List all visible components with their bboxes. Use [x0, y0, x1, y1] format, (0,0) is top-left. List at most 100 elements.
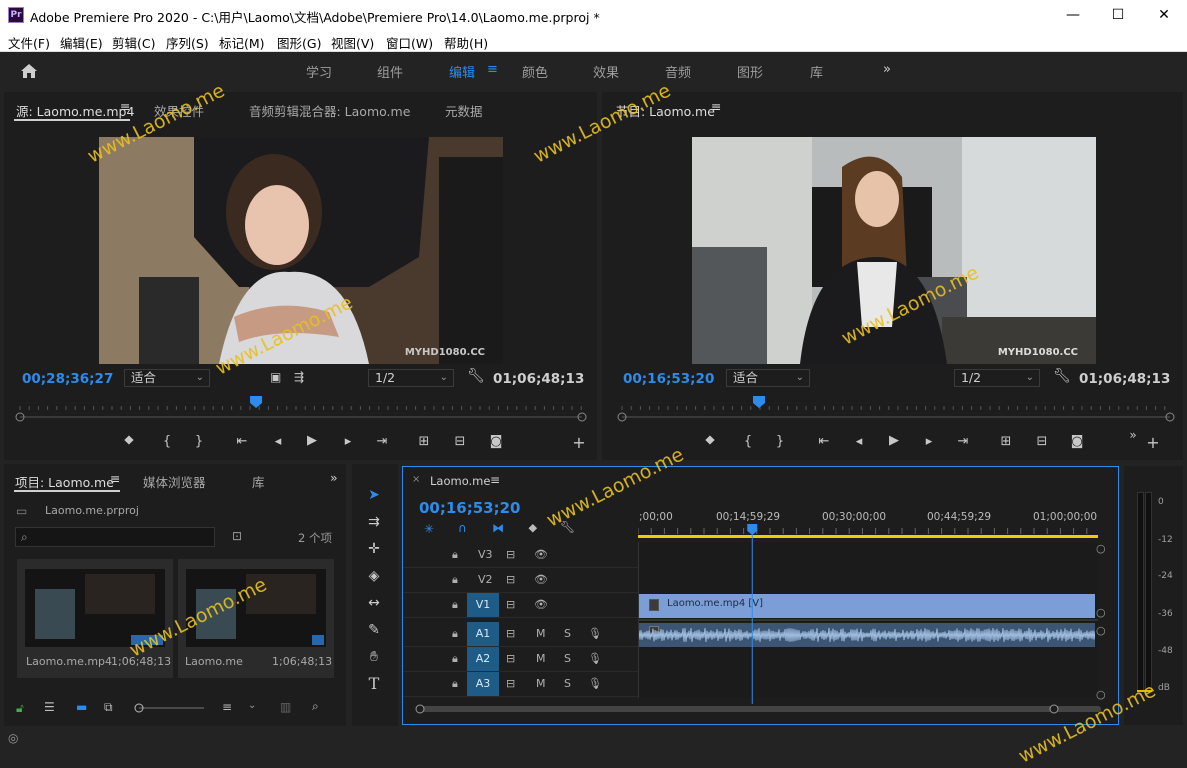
eye-icon[interactable]: 👁︎: [534, 573, 548, 586]
more-panels-icon[interactable]: »: [330, 470, 338, 485]
close-sequence-icon[interactable]: ×: [412, 474, 420, 485]
source-tab-menu-icon[interactable]: ≡: [120, 99, 130, 114]
minimize-button[interactable]: —: [1050, 0, 1096, 30]
sync-lock-icon[interactable]: ⊟: [506, 573, 515, 586]
track-header-v1[interactable]: 🔒︎ V1 ⊟ 👁︎: [404, 593, 638, 618]
tab-media-browser[interactable]: 媒体浏览器: [143, 472, 206, 491]
export-frame-icon[interactable]: ◙: [1067, 434, 1087, 449]
creative-cloud-icon[interactable]: ◎: [8, 731, 18, 745]
menu-marker[interactable]: 标记(M): [219, 33, 265, 52]
nest-icon[interactable]: ✳︎: [424, 522, 434, 536]
freeform-view-icon[interactable]: ⧉: [104, 700, 113, 715]
go-to-in-icon[interactable]: ⇤: [232, 434, 252, 449]
linked-selection-icon[interactable]: ⧓: [492, 521, 504, 535]
track-height-handle-icon[interactable]: ○: [1096, 624, 1106, 637]
microphone-icon[interactable]: 🎙︎: [588, 677, 602, 690]
program-playhead[interactable]: [753, 396, 765, 408]
timeline-timecode[interactable]: 00;16;53;20: [419, 499, 521, 517]
insert-icon[interactable]: ⊞: [414, 434, 434, 449]
track-header-a2[interactable]: 🔒︎ A2 ⊟ M S 🎙︎: [404, 647, 638, 672]
source-insert-icon[interactable]: ⇶: [294, 370, 304, 384]
source-scrubber[interactable]: [14, 396, 588, 424]
program-scrubber[interactable]: [616, 396, 1176, 424]
track-name[interactable]: A2: [467, 647, 499, 671]
sort-icon[interactable]: ≡: [222, 700, 232, 714]
track-height-handle-icon[interactable]: ○: [1096, 606, 1106, 619]
icon-view-icon[interactable]: ▬: [76, 700, 87, 714]
maximize-button[interactable]: ☐: [1095, 0, 1141, 30]
source-settings-icon[interactable]: ▣: [270, 370, 281, 384]
program-tab-menu-icon[interactable]: ≡: [711, 99, 721, 114]
program-wrench-icon[interactable]: 🔧︎: [1053, 368, 1071, 384]
extract-icon[interactable]: ⊟: [1032, 434, 1052, 449]
mark-in-icon[interactable]: {: [157, 434, 177, 449]
add-marker-icon[interactable]: ⯁: [700, 434, 720, 449]
mute-button[interactable]: M: [536, 652, 546, 665]
workspace-menu-icon[interactable]: ≡: [487, 62, 498, 77]
track-name[interactable]: A3: [467, 672, 499, 696]
menu-sequence[interactable]: 序列(S): [166, 33, 209, 52]
lock-icon[interactable]: 🔒︎: [452, 573, 458, 587]
sync-lock-icon[interactable]: ⊟: [506, 652, 515, 665]
source-playhead[interactable]: [250, 396, 263, 408]
tab-audio-clip-mixer[interactable]: 音频剪辑混合器: Laomo.me: [249, 101, 410, 120]
track-height-handle-icon[interactable]: ○: [1096, 688, 1106, 701]
list-view-icon[interactable]: ☰: [44, 700, 55, 714]
lock-icon[interactable]: 🔒︎: [452, 627, 458, 641]
workspace-assembly[interactable]: 组件: [377, 62, 403, 81]
automate-to-sequence-icon[interactable]: ▥: [280, 700, 291, 714]
workspace-effects[interactable]: 效果: [593, 62, 619, 81]
new-bin-from-search-icon[interactable]: ⊡: [232, 529, 242, 543]
mark-out-icon[interactable]: }: [770, 434, 790, 449]
solo-button[interactable]: S: [564, 652, 571, 665]
microphone-icon[interactable]: 🎙︎: [588, 652, 602, 665]
eye-icon[interactable]: 👁︎: [534, 548, 548, 561]
play-icon[interactable]: ▶: [302, 433, 322, 448]
chevron-down-icon[interactable]: ⌄: [248, 700, 256, 711]
go-to-out-icon[interactable]: ⇥: [953, 434, 973, 449]
sync-lock-icon[interactable]: ⊟: [506, 548, 515, 561]
mute-button[interactable]: M: [536, 627, 546, 640]
program-fit-dropdown[interactable]: 适合 ⌄: [726, 369, 810, 387]
track-height-handle-icon[interactable]: ○: [1096, 542, 1106, 555]
menu-window[interactable]: 窗口(W): [386, 33, 433, 52]
menu-clip[interactable]: 剪辑(C): [112, 33, 155, 52]
workspace-editing[interactable]: 编辑: [449, 62, 475, 81]
tab-sequence[interactable]: Laomo.me: [430, 474, 490, 488]
eye-icon[interactable]: 👁︎: [534, 598, 548, 611]
menu-graphics[interactable]: 图形(G): [277, 33, 321, 52]
type-tool-icon[interactable]: T: [362, 673, 386, 695]
step-forward-icon[interactable]: ▸: [919, 434, 939, 449]
lock-icon[interactable]: 🔒︎: [452, 548, 458, 562]
step-back-icon[interactable]: ◂: [268, 434, 288, 449]
track-header-v2[interactable]: 🔒︎ V2 ⊟ 👁︎: [404, 568, 638, 593]
slip-tool-icon[interactable]: ↔: [362, 592, 386, 614]
timeline-horizontal-scrollbar[interactable]: [414, 702, 1104, 716]
more-controls-icon[interactable]: »: [1123, 428, 1143, 442]
add-marker-icon[interactable]: ⯁: [528, 522, 538, 537]
lock-icon[interactable]: 🔒︎: [452, 598, 458, 612]
track-header-a1[interactable]: 🔒︎ A1 ⊟ M S 🎙︎: [404, 622, 638, 647]
lock-icon[interactable]: 🔓︎: [16, 701, 24, 716]
menu-view[interactable]: 视图(V): [331, 33, 374, 52]
tab-source[interactable]: 源: Laomo.me.mp4: [16, 101, 134, 120]
track-header-v3[interactable]: 🔒︎ V3 ⊟ 👁︎: [404, 543, 638, 568]
track-name[interactable]: V1: [467, 593, 499, 617]
sync-lock-icon[interactable]: ⊟: [506, 598, 515, 611]
find-icon[interactable]: ⌕: [312, 699, 319, 714]
source-timecode[interactable]: 00;28;36;27: [22, 371, 113, 387]
timeline-playhead[interactable]: [636, 508, 1102, 708]
sync-lock-icon[interactable]: ⊟: [506, 677, 515, 690]
tab-libraries[interactable]: 库: [252, 472, 265, 491]
tab-project[interactable]: 项目: Laomo.me: [15, 472, 114, 491]
step-forward-icon[interactable]: ▸: [338, 434, 358, 449]
workspace-libraries[interactable]: 库: [810, 62, 823, 81]
go-to-out-icon[interactable]: ⇥: [372, 434, 392, 449]
workspace-audio[interactable]: 音频: [665, 62, 691, 81]
track-name[interactable]: A1: [467, 622, 499, 646]
workspace-graphics[interactable]: 图形: [737, 62, 763, 81]
lock-icon[interactable]: 🔒︎: [452, 652, 458, 666]
track-header-a3[interactable]: 🔒︎ A3 ⊟ M S 🎙︎: [404, 672, 638, 697]
track-select-tool-icon[interactable]: ⇉: [362, 511, 386, 533]
close-button[interactable]: ✕: [1141, 0, 1187, 30]
